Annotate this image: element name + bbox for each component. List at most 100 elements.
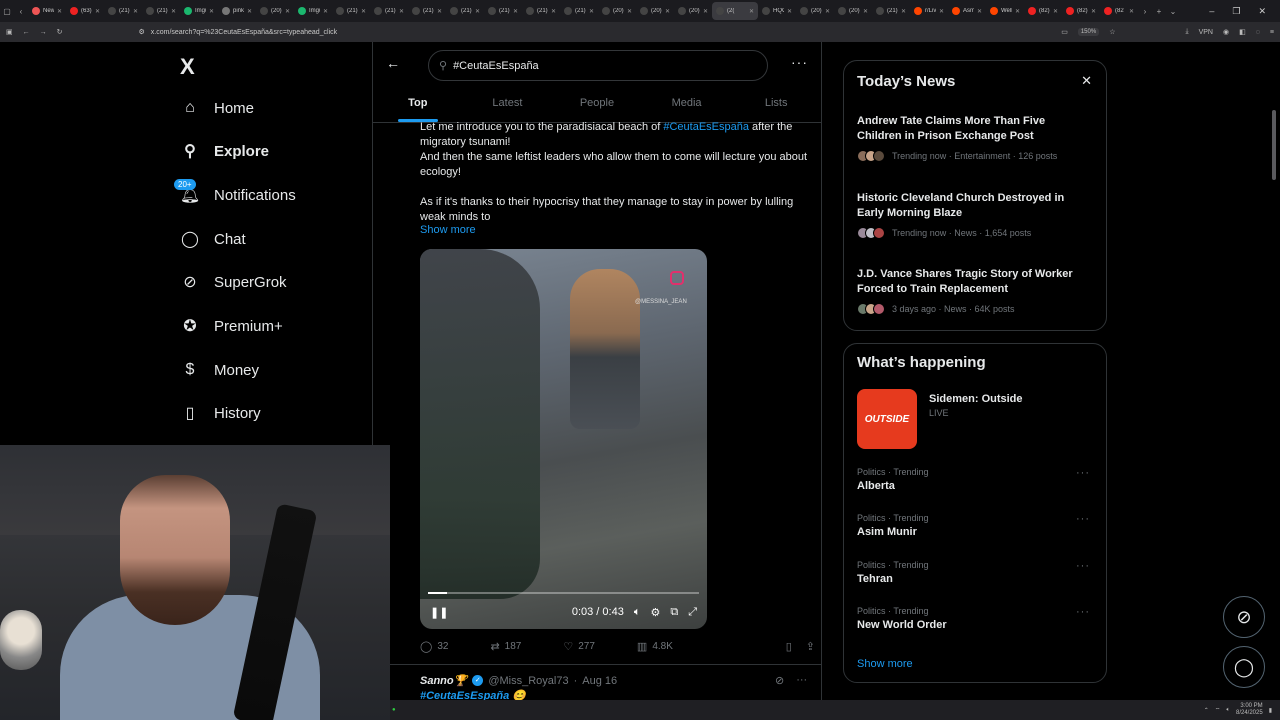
pause-icon[interactable]: ❚❚ bbox=[430, 606, 448, 619]
app-icon[interactable]: ● bbox=[392, 707, 396, 713]
tab-people[interactable]: People bbox=[552, 90, 642, 122]
tab-close-icon[interactable]: ✕ bbox=[513, 8, 518, 15]
more-options-icon[interactable]: ··· bbox=[791, 54, 808, 70]
browser-tab[interactable]: (21) C✕ bbox=[522, 2, 560, 20]
trend-item[interactable]: Politics · Trending Alberta ··· bbox=[857, 467, 1097, 492]
notification-icon[interactable]: ▮ bbox=[1269, 707, 1272, 714]
trend-item[interactable]: Politics · Trending Asim Munir ··· bbox=[857, 513, 1097, 538]
restore-icon[interactable]: ❐ bbox=[1232, 6, 1240, 17]
tab-close-icon[interactable]: ✕ bbox=[665, 8, 670, 15]
tab-list-icon[interactable]: ▢ bbox=[0, 7, 14, 16]
tab-close-icon[interactable]: ✕ bbox=[825, 8, 830, 15]
messages-button[interactable]: ◯ bbox=[1223, 646, 1265, 688]
browser-tab[interactable]: (20) H✕ bbox=[636, 2, 674, 20]
live-event[interactable]: OUTSIDE Sidemen: Outside LIVE bbox=[857, 389, 1023, 449]
share-button[interactable]: ⇪ bbox=[806, 640, 815, 653]
tab-top[interactable]: Top bbox=[373, 90, 463, 122]
browser-tab[interactable]: (21) D✕ bbox=[446, 2, 484, 20]
back-arrow-icon[interactable]: ← bbox=[386, 55, 400, 71]
tab-close-icon[interactable]: ✕ bbox=[627, 8, 632, 15]
zoom-level[interactable]: 150% bbox=[1077, 28, 1100, 36]
browser-tab[interactable]: (2(✕ bbox=[712, 2, 758, 20]
forward-icon[interactable]: → bbox=[40, 29, 47, 36]
browser-tab[interactable]: (21) y✕ bbox=[872, 2, 910, 20]
grok-button[interactable]: ⊘ bbox=[1223, 596, 1265, 638]
tab-close-icon[interactable]: ✕ bbox=[749, 8, 754, 15]
download-icon[interactable]: ⤓ bbox=[1185, 28, 1188, 36]
tab-scroll-right-icon[interactable]: › bbox=[1138, 7, 1152, 16]
tab-menu-chevron-icon[interactable]: ⌄ bbox=[1166, 7, 1180, 16]
sidebar-item-notifications[interactable]: 🔔︎ 20+ Notifications bbox=[174, 179, 296, 208]
hashtag-link[interactable]: #CeutaEsEspaña bbox=[663, 121, 749, 133]
tab-close-icon[interactable]: ✕ bbox=[399, 8, 404, 15]
browser-tab[interactable]: pinke✕ bbox=[218, 2, 256, 20]
settings-icon[interactable]: ⚙ bbox=[650, 606, 660, 619]
tab-close-icon[interactable]: ✕ bbox=[1015, 8, 1020, 15]
tray-chevron-icon[interactable]: ⌃ bbox=[1204, 707, 1209, 714]
url-text[interactable]: x.com/search?q=%23CeutaEsEspaña&src=type… bbox=[151, 29, 337, 36]
show-more-link[interactable]: Show more bbox=[420, 224, 476, 236]
tab-close-icon[interactable]: ✕ bbox=[589, 8, 594, 15]
network-icon[interactable]: ⌔ bbox=[1215, 706, 1221, 714]
tab-close-icon[interactable]: ✕ bbox=[57, 8, 62, 15]
scrollbar[interactable] bbox=[1272, 110, 1276, 180]
tab-close-icon[interactable]: ✕ bbox=[703, 8, 708, 15]
reader-icon[interactable]: ▭ bbox=[1061, 28, 1068, 36]
grok-icon[interactable]: ⊘ bbox=[775, 674, 784, 687]
browser-tab[interactable]: r/Live✕ bbox=[910, 2, 948, 20]
more-options-icon[interactable]: ··· bbox=[1076, 606, 1090, 618]
browser-tab[interactable]: Asmo✕ bbox=[948, 2, 986, 20]
trend-item[interactable]: Politics · Trending New World Order ··· bbox=[857, 606, 1097, 631]
volume-icon[interactable]: 🔈︎ bbox=[634, 606, 641, 619]
back-icon[interactable]: ← bbox=[23, 29, 30, 36]
star-icon[interactable]: ☆ bbox=[1109, 28, 1115, 36]
reply-button[interactable]: ◯ 32 bbox=[420, 640, 448, 653]
browser-tab[interactable]: (82) Y✕ bbox=[1062, 2, 1100, 20]
sidebar-item-chat[interactable]: ◯ Chat bbox=[180, 226, 246, 252]
tab-close-icon[interactable]: ✕ bbox=[285, 8, 290, 15]
more-options-icon[interactable]: ··· bbox=[1076, 467, 1090, 479]
browser-tab[interactable]: (63) Y✕ bbox=[66, 2, 104, 20]
tab-close-icon[interactable]: ✕ bbox=[1053, 8, 1058, 15]
sidebar-item-premium[interactable]: ✪ Premium+ bbox=[180, 313, 282, 339]
tab-close-icon[interactable]: ✕ bbox=[171, 8, 176, 15]
tab-media[interactable]: Media bbox=[642, 90, 732, 122]
tab-close-icon[interactable]: ✕ bbox=[977, 8, 982, 15]
close-window-icon[interactable]: ✕ bbox=[1258, 6, 1266, 17]
more-options-icon[interactable]: ··· bbox=[796, 674, 807, 687]
video-progress-bar[interactable] bbox=[428, 592, 699, 594]
search-input[interactable]: ⚲ #CeutaEsEspaña bbox=[428, 50, 768, 81]
browser-tab[interactable]: (20) E✕ bbox=[834, 2, 872, 20]
browser-tab[interactable]: (20) B✕ bbox=[674, 2, 712, 20]
browser-tab[interactable]: HQG✕ bbox=[758, 2, 796, 20]
tweet-date[interactable]: Aug 16 bbox=[582, 675, 617, 687]
tab-close-icon[interactable]: ✕ bbox=[901, 8, 906, 15]
site-info-icon[interactable]: ⚙ bbox=[139, 28, 145, 36]
sidebar-item-explore[interactable]: ⚲ Explore bbox=[180, 138, 269, 164]
new-tab-button[interactable]: + bbox=[1152, 7, 1166, 16]
tab-close-icon[interactable]: ✕ bbox=[361, 8, 366, 15]
browser-tab[interactable]: Well ✕ bbox=[986, 2, 1024, 20]
browser-tab[interactable]: (21) P✕ bbox=[332, 2, 370, 20]
sidebar-toggle-icon[interactable]: ▣ bbox=[6, 28, 13, 36]
wallet-icon[interactable]: ◧ bbox=[1239, 28, 1246, 36]
news-item[interactable]: J.D. Vance Shares Tragic Story of Worker… bbox=[857, 267, 1092, 315]
minimize-icon[interactable]: – bbox=[1209, 6, 1214, 17]
browser-tab[interactable]: (21) G✕ bbox=[484, 2, 522, 20]
views-button[interactable]: ▥ 4.8K bbox=[637, 640, 673, 653]
reload-icon[interactable]: ↻ bbox=[57, 28, 63, 36]
tab-close-icon[interactable]: ✕ bbox=[1129, 8, 1134, 15]
speaker-icon[interactable]: 🔈︎ bbox=[1226, 707, 1230, 714]
browser-tab[interactable]: Imgu✕ bbox=[180, 2, 218, 20]
browser-tab[interactable]: (21) H✕ bbox=[142, 2, 180, 20]
tab-scroll-left-icon[interactable]: ‹ bbox=[14, 7, 28, 16]
browser-tab[interactable]: (21) H✕ bbox=[104, 2, 142, 20]
close-icon[interactable]: ✕ bbox=[1081, 73, 1092, 89]
fullscreen-icon[interactable]: ⤢ bbox=[688, 606, 697, 619]
browser-tab[interactable]: (82) Y✕ bbox=[1024, 2, 1062, 20]
browser-tab[interactable]: (82 ✕ bbox=[1100, 2, 1138, 20]
system-clock[interactable]: 3:00 PM 8/24/2025 bbox=[1236, 703, 1263, 717]
tab-close-icon[interactable]: ✕ bbox=[95, 8, 100, 15]
tab-close-icon[interactable]: ✕ bbox=[939, 8, 944, 15]
sidebar-item-money[interactable]: $ Money bbox=[180, 357, 259, 383]
